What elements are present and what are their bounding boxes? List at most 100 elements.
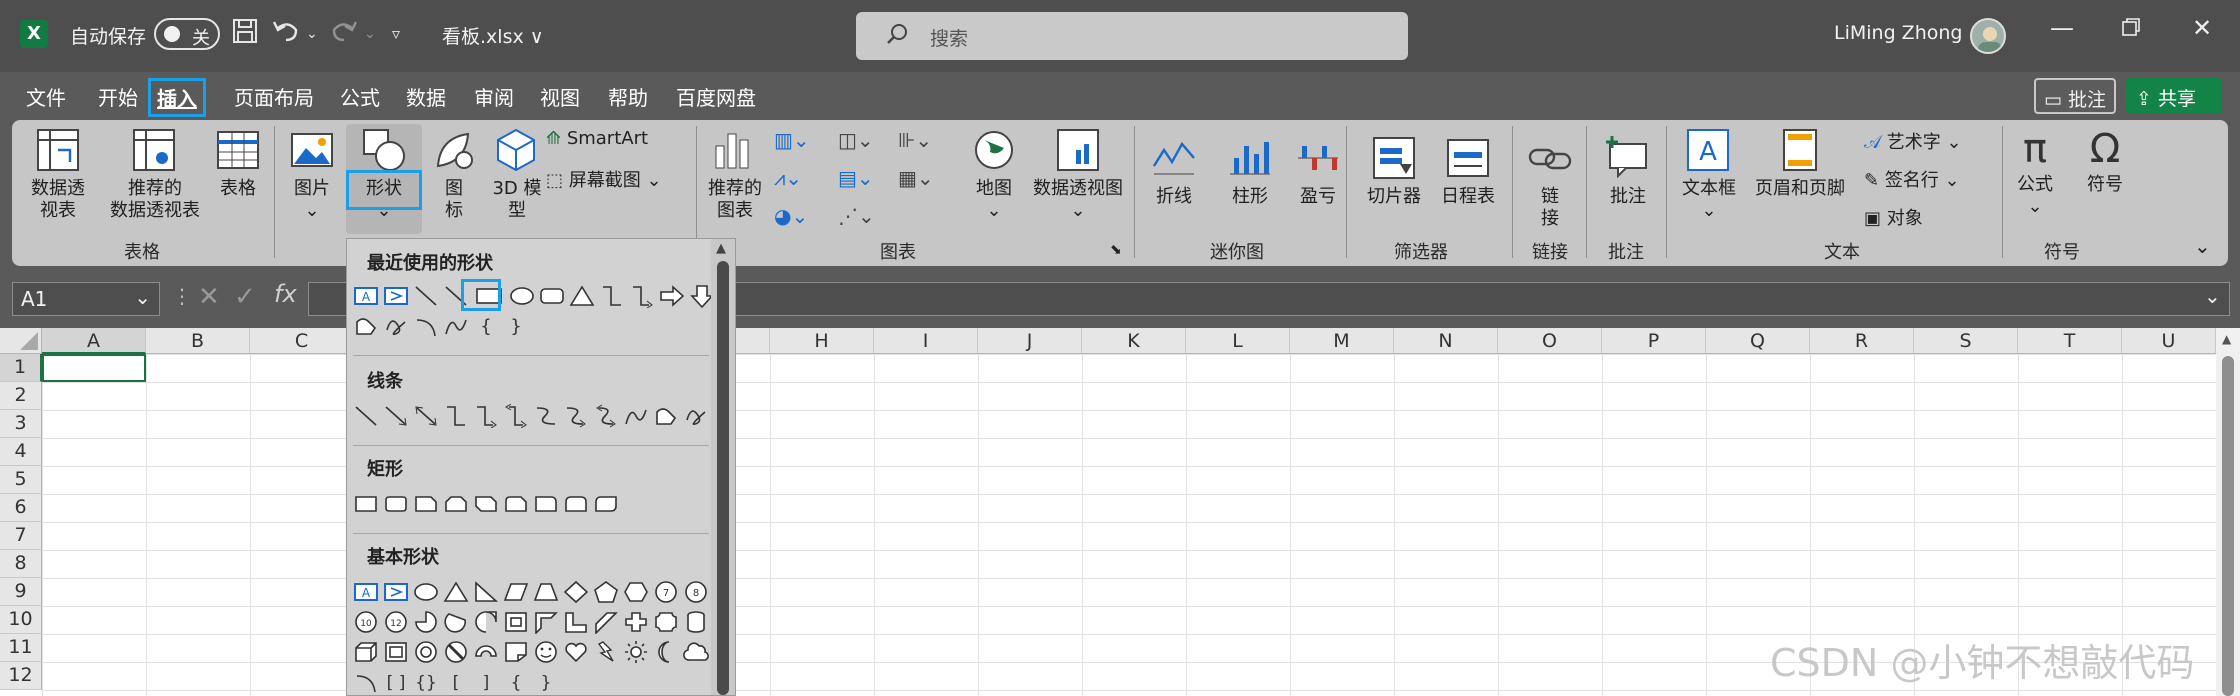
double-bracket-shape-icon[interactable]: [ ] xyxy=(383,670,409,694)
enter-icon[interactable]: ✓ xyxy=(234,282,256,312)
share-button[interactable]: ⇪ 共享 ⌄ xyxy=(2126,78,2222,133)
line-shape-icon[interactable] xyxy=(413,284,439,308)
screenshot-button[interactable]: ⬚ 屏幕截图 ⌄ xyxy=(546,166,696,192)
pie-chart-icon[interactable]: ◕⌄ xyxy=(774,204,808,228)
sun-shape-icon[interactable] xyxy=(623,640,649,664)
oval-shape-icon[interactable] xyxy=(413,580,439,604)
textbox-shape-icon[interactable]: A xyxy=(353,284,379,308)
vertical-scrollbar[interactable]: ▲ xyxy=(2216,328,2240,696)
octagon-shape-icon[interactable]: 8 xyxy=(683,580,709,604)
column-header-m[interactable]: M xyxy=(1290,328,1394,354)
restore-icon[interactable] xyxy=(2120,16,2142,44)
column-header-t[interactable]: T xyxy=(2018,328,2122,354)
line-shape-icon[interactable] xyxy=(353,404,379,428)
row-header-7[interactable]: 7 xyxy=(0,522,42,550)
undo-dropdown-icon[interactable]: ⌄ xyxy=(306,26,318,42)
picture-button[interactable]: 图片 ⌄ xyxy=(284,126,340,222)
column-header-i[interactable]: I xyxy=(874,328,978,354)
textbox-button[interactable]: A 文本框 ⌄ xyxy=(1674,126,1744,222)
row-header-3[interactable]: 3 xyxy=(0,410,42,438)
redo-dropdown-icon[interactable]: ⌄ xyxy=(364,26,376,42)
scribble-shape-icon[interactable] xyxy=(383,314,409,338)
scatter-chart-icon[interactable]: ⋰⌄ xyxy=(838,204,875,228)
snip-round-rectangle-shape-icon[interactable] xyxy=(503,492,529,516)
expand-formula-icon[interactable]: ⌄ xyxy=(2204,284,2221,308)
combo-chart-icon[interactable]: ▦⌄ xyxy=(898,166,934,190)
parallelogram-shape-icon[interactable] xyxy=(503,580,529,604)
tab-formulas[interactable]: 公式 xyxy=(340,82,380,111)
double-brace-shape-icon[interactable]: {} xyxy=(413,670,439,694)
user-name[interactable]: LiMing Zhong xyxy=(1834,22,1962,44)
dodecagon-shape-icon[interactable]: 12 xyxy=(383,610,409,634)
rounded-rectangle-shape-icon[interactable] xyxy=(539,284,565,308)
equation-button[interactable]: π 公式 ⌄ xyxy=(2006,126,2064,218)
double-arrow-line-icon[interactable] xyxy=(413,404,439,428)
heptagon-shape-icon[interactable]: 7 xyxy=(653,580,679,604)
smartart-button[interactable]: ⟰ SmartArt xyxy=(546,128,676,149)
round-same-side-rectangle-shape-icon[interactable] xyxy=(563,492,589,516)
row-header-5[interactable]: 5 xyxy=(0,466,42,494)
waterfall-chart-icon[interactable]: ⊪⌄ xyxy=(898,128,932,152)
rounded-rectangle-shape-icon[interactable] xyxy=(383,492,409,516)
icons-button[interactable]: 图 标 xyxy=(430,126,478,222)
select-all-corner[interactable] xyxy=(0,328,42,354)
redo-icon[interactable] xyxy=(330,18,358,50)
column-header-q[interactable]: Q xyxy=(1706,328,1810,354)
tab-review[interactable]: 审阅 xyxy=(474,82,514,111)
row-header-8[interactable]: 8 xyxy=(0,550,42,578)
recommended-charts-button[interactable]: 推荐的 图表 xyxy=(702,126,768,222)
diamond-shape-icon[interactable] xyxy=(563,580,589,604)
pivot-chart-button[interactable]: 数据透视图 ⌄ xyxy=(1026,126,1130,222)
hierarchy-chart-icon[interactable]: ◫⌄ xyxy=(838,128,874,152)
wordart-button[interactable]: 𝒜 艺术字 ⌄ xyxy=(1864,128,1984,154)
column-header-c[interactable]: C xyxy=(250,328,354,354)
column-header-s[interactable]: S xyxy=(1914,328,2018,354)
textbox-shape-icon[interactable]: A xyxy=(353,580,379,604)
tab-insert[interactable]: 插入 xyxy=(148,78,206,117)
curved-arrow-connector-icon[interactable] xyxy=(563,404,589,428)
recommended-pivot-button[interactable]: 推荐的 数据透视表 xyxy=(102,126,208,222)
chord-shape-icon[interactable] xyxy=(443,610,469,634)
link-button[interactable]: 链 接 xyxy=(1520,134,1580,230)
sparkline-line-button[interactable]: 折线 xyxy=(1146,134,1202,208)
donut-shape-icon[interactable] xyxy=(413,640,439,664)
cloud-shape-icon[interactable] xyxy=(683,640,709,664)
scroll-up-icon[interactable]: ▲ xyxy=(2222,332,2231,346)
elbow-double-arrow-connector-icon[interactable] xyxy=(503,404,529,428)
triangle-shape-icon[interactable] xyxy=(569,284,595,308)
column-header-u[interactable]: U xyxy=(2122,328,2216,354)
tab-help[interactable]: 帮助 xyxy=(608,82,648,111)
map-button[interactable]: 地图 ⌄ xyxy=(964,126,1024,222)
cancel-icon[interactable]: ✕ xyxy=(198,282,220,312)
column-chart-icon[interactable]: ▥⌄ xyxy=(774,128,810,152)
elbow-arrow-connector-icon[interactable] xyxy=(473,404,499,428)
diagonal-stripe-shape-icon[interactable] xyxy=(593,610,619,634)
plaque-shape-icon[interactable] xyxy=(653,610,679,634)
elbow-connector-icon[interactable] xyxy=(599,284,625,308)
undo-icon[interactable] xyxy=(272,18,300,50)
name-box[interactable]: A1 ⌄ xyxy=(12,282,160,316)
decagon-shape-icon[interactable]: 10 xyxy=(353,610,379,634)
moon-shape-icon[interactable] xyxy=(653,640,679,664)
object-button[interactable]: ▣ 对象 xyxy=(1864,204,1964,230)
partial-circle-shape-icon[interactable] xyxy=(413,610,439,634)
trapezoid-shape-icon[interactable] xyxy=(533,580,559,604)
block-arc-shape-icon[interactable] xyxy=(473,640,499,664)
row-header-6[interactable]: 6 xyxy=(0,494,42,522)
autosave-toggle[interactable]: 关 xyxy=(154,18,220,50)
panel-scrollbar[interactable]: ▲ xyxy=(711,239,735,695)
tab-view[interactable]: 视图 xyxy=(540,82,580,111)
rectangle-shape-icon[interactable] xyxy=(353,492,379,516)
table-button[interactable]: 表格 xyxy=(208,126,268,200)
row-header-10[interactable]: 10 xyxy=(0,606,42,634)
triangle-shape-icon[interactable] xyxy=(443,580,469,604)
right-brace-shape-icon[interactable]: } xyxy=(503,314,529,338)
line-chart-icon[interactable]: ⩘⌄ xyxy=(774,166,802,190)
arc-shape-icon[interactable] xyxy=(413,314,439,338)
timeline-button[interactable]: 日程表 xyxy=(1432,134,1504,208)
pentagon-shape-icon[interactable] xyxy=(593,580,619,604)
signature-line-button[interactable]: ✎ 签名行 ⌄ xyxy=(1864,166,2000,192)
symbol-button[interactable]: Ω 符号 xyxy=(2076,126,2134,196)
right-triangle-shape-icon[interactable] xyxy=(473,580,499,604)
more-options-icon[interactable]: ⋮ xyxy=(172,284,192,308)
